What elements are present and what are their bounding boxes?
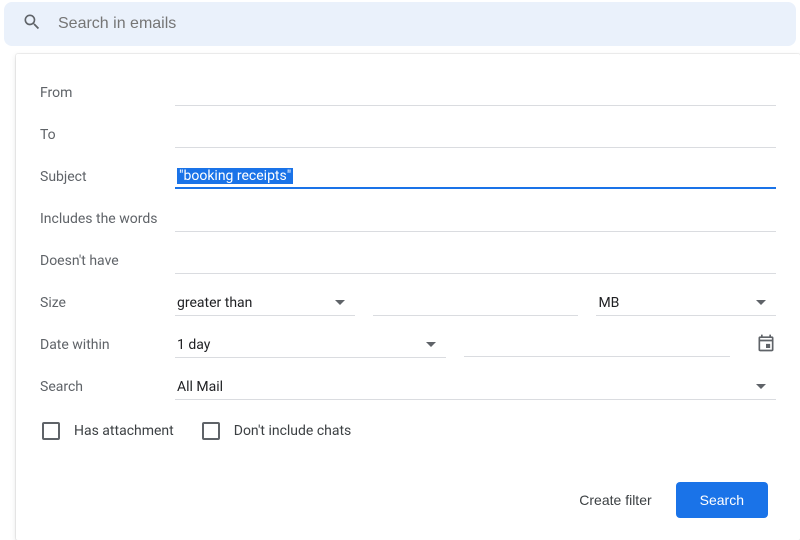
- includes-words-label: Includes the words: [40, 211, 175, 227]
- subject-label: Subject: [40, 169, 175, 185]
- doesnt-have-label: Doesn't have: [40, 253, 175, 269]
- to-input[interactable]: [175, 123, 776, 148]
- chevron-down-icon: [335, 300, 345, 305]
- size-unit-value: MB: [598, 295, 619, 311]
- size-value-input[interactable]: [373, 291, 579, 316]
- date-within-select[interactable]: 1 day: [175, 333, 446, 358]
- size-label: Size: [40, 295, 175, 311]
- chevron-down-icon: [756, 384, 766, 389]
- search-in-select[interactable]: All Mail: [175, 375, 776, 400]
- date-within-label: Date within: [40, 337, 175, 353]
- size-unit-select[interactable]: MB: [596, 291, 776, 316]
- search-input[interactable]: [56, 14, 778, 34]
- size-operator-select[interactable]: greater than: [175, 291, 355, 316]
- to-label: To: [40, 127, 175, 143]
- has-attachment-checkbox[interactable]: Has attachment: [42, 422, 174, 440]
- doesnt-have-input[interactable]: [175, 249, 776, 274]
- subject-input[interactable]: "booking receipts": [175, 165, 776, 189]
- subject-selected-text: "booking receipts": [177, 168, 293, 184]
- from-input[interactable]: [175, 81, 776, 106]
- date-within-value: 1 day: [177, 337, 210, 353]
- includes-words-input[interactable]: [175, 207, 776, 232]
- chevron-down-icon: [756, 300, 766, 305]
- search-in-label: Search: [40, 379, 175, 395]
- size-operator-value: greater than: [177, 295, 252, 311]
- search-in-value: All Mail: [177, 379, 223, 395]
- search-bar[interactable]: [4, 2, 796, 46]
- from-label: From: [40, 85, 175, 101]
- has-attachment-label: Has attachment: [74, 423, 174, 439]
- advanced-search-panel: From To Subject "booking receipts" Inclu…: [16, 54, 800, 540]
- calendar-button[interactable]: [756, 333, 776, 357]
- checkbox-box-icon: [42, 422, 60, 440]
- dont-include-chats-checkbox[interactable]: Don't include chats: [202, 422, 352, 440]
- search-button[interactable]: Search: [676, 482, 768, 518]
- chevron-down-icon: [426, 342, 436, 347]
- calendar-icon: [756, 333, 776, 357]
- create-filter-button[interactable]: Create filter: [575, 484, 655, 516]
- dont-include-chats-label: Don't include chats: [234, 423, 352, 439]
- date-value-input[interactable]: [464, 333, 731, 357]
- search-icon: [22, 12, 42, 36]
- checkbox-box-icon: [202, 422, 220, 440]
